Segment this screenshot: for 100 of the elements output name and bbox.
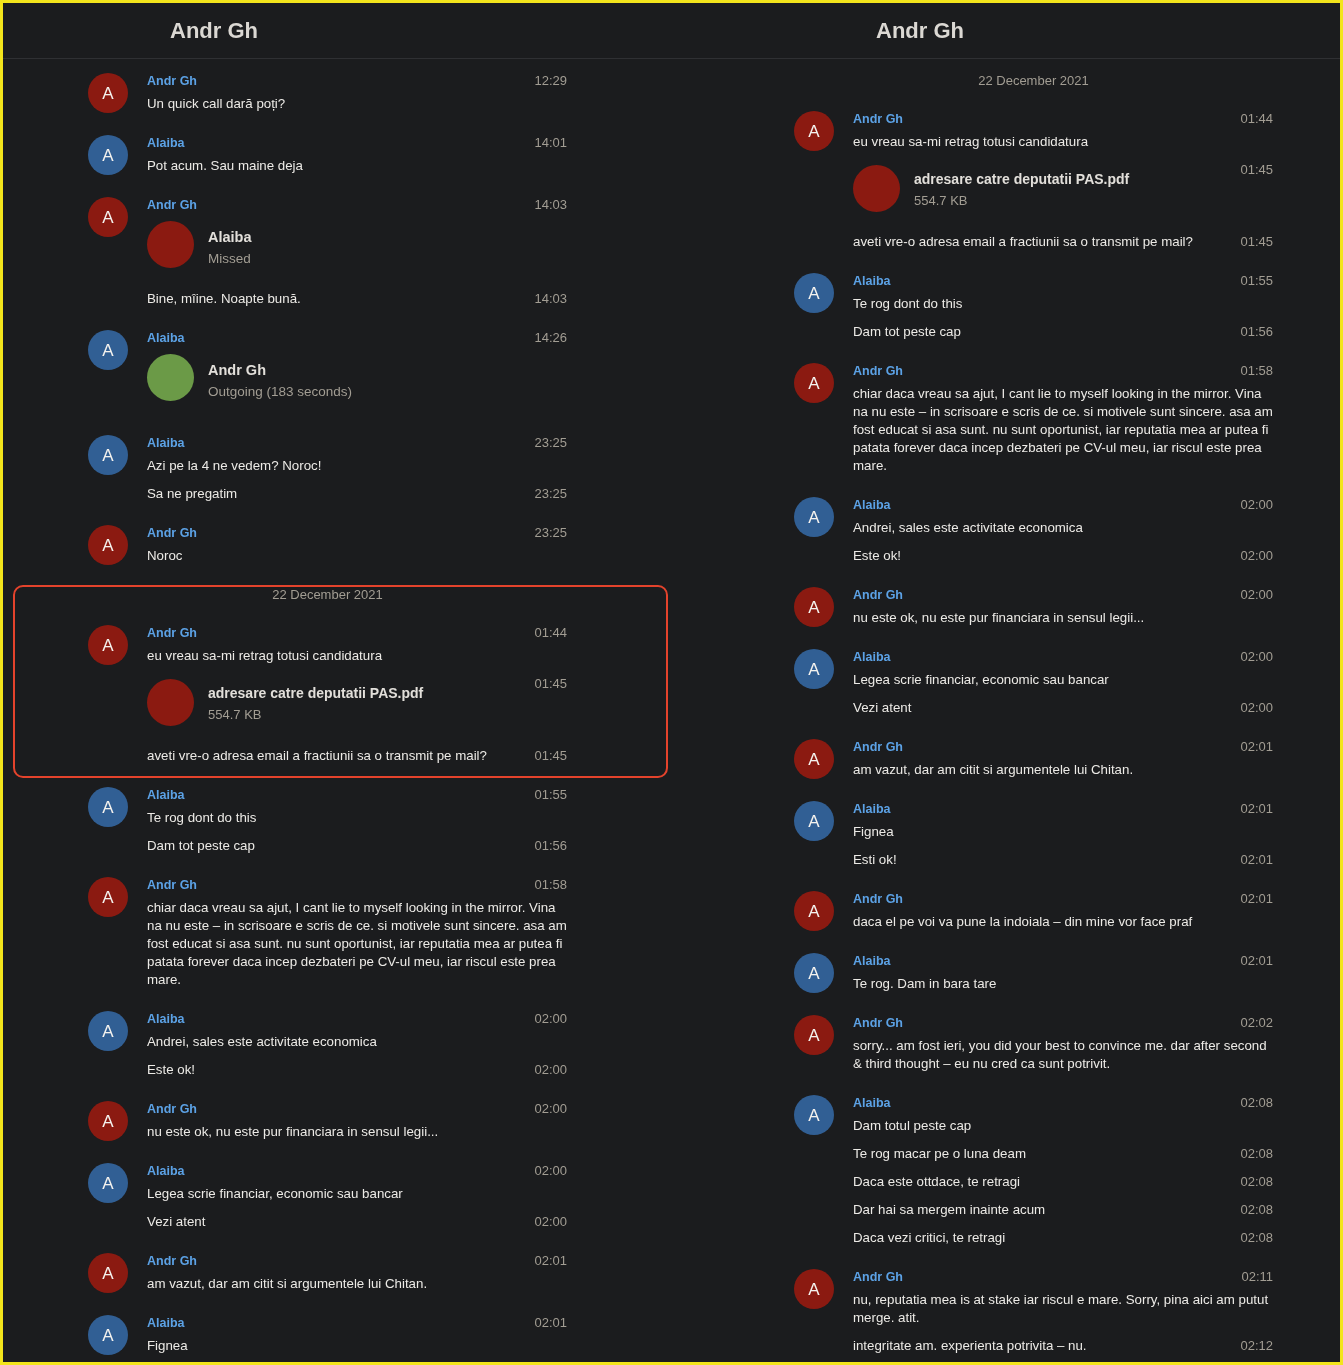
- message-time: 02:00: [1240, 587, 1273, 603]
- call-contact-name: Andr Gh: [208, 360, 267, 379]
- chat-title: Andr Gh: [876, 16, 964, 45]
- message-text: Legea scrie financiar, economic sau bancar: [147, 1185, 404, 1203]
- sender-name: Alaiba: [853, 801, 891, 817]
- message-time: 02:01: [1240, 891, 1273, 907]
- message-time: 23:25: [534, 485, 567, 503]
- message-text: Dam tot peste cap: [853, 323, 962, 341]
- message-time: 02:00: [534, 1213, 567, 1231]
- avatar: A: [794, 1015, 834, 1055]
- message-time: 02:01: [1240, 851, 1273, 869]
- avatar: A: [794, 363, 834, 403]
- message-text: am vazut, dar am citit si argumentele lui Chitan.: [147, 1275, 429, 1293]
- message-time: 02:01: [1240, 739, 1273, 755]
- message-time: 02:00: [1240, 649, 1273, 665]
- message-time: 02:08: [1240, 1173, 1273, 1191]
- avatar: A: [794, 739, 834, 779]
- sender-name: Alaiba: [147, 787, 185, 803]
- avatar: A: [794, 497, 834, 537]
- sender-name: Andr Gh: [853, 1269, 903, 1285]
- message-time: 23:25: [534, 435, 567, 451]
- avatar: A: [88, 1011, 128, 1051]
- message-time: 02:01: [1240, 801, 1273, 817]
- message-text: Andrei, sales este activitate economica: [147, 1033, 378, 1051]
- message-time: 02:01: [534, 1315, 567, 1331]
- message-time: 14:03: [534, 290, 567, 308]
- message-text: Noroc: [147, 547, 184, 565]
- message-time: 01:58: [1240, 363, 1273, 379]
- message-time: 12:29: [534, 73, 567, 89]
- sender-name: Andr Gh: [853, 363, 903, 379]
- message-time: 02:12: [1240, 1337, 1273, 1355]
- message-time: 01:55: [534, 787, 567, 803]
- message-time: 01:45: [1240, 161, 1273, 179]
- avatar: A: [88, 787, 128, 827]
- file-size: 554.7 KB: [914, 192, 969, 210]
- sender-name: Alaiba: [853, 953, 891, 969]
- message-text: Dam totul peste cap: [853, 1117, 973, 1135]
- message-text: nu, reputatia mea is at stake iar riscul e mare. Sorry, pina aici am putut merge. atit.: [853, 1291, 1270, 1327]
- message-text: Un quick call dară poți?: [147, 95, 287, 113]
- message-time: 01:44: [1240, 111, 1273, 127]
- message-text: Te rog dont do this: [853, 295, 964, 313]
- message-time: 01:45: [1240, 233, 1273, 251]
- file-name: adresare catre deputatii PAS.pdf: [208, 684, 424, 702]
- file-size: 554.7 KB: [208, 706, 263, 724]
- message-text: nu este ok, nu este pur financiara in sensul legii...: [147, 1123, 440, 1141]
- call-status: Missed: [208, 249, 252, 268]
- message-time: 23:25: [534, 525, 567, 541]
- sender-name: Alaiba: [147, 135, 185, 151]
- message-time: 02:00: [534, 1101, 567, 1117]
- message-text: Legea scrie financiar, economic sau bancar: [853, 671, 1110, 689]
- sender-name: Andr Gh: [147, 625, 197, 641]
- avatar: A: [88, 197, 128, 237]
- message-text: Fignea: [853, 823, 895, 841]
- message-text: aveti vre-o adresa email a fractiunii sa o transmit pe mail?: [147, 747, 488, 765]
- date-separator: 22 December 2021: [978, 73, 1089, 89]
- sender-name: Alaiba: [853, 1095, 891, 1111]
- message-time: 02:02: [1240, 1015, 1273, 1031]
- message-text: Sa ne pregatim: [147, 485, 239, 503]
- sender-name: Andr Gh: [853, 739, 903, 755]
- message-time: 02:00: [534, 1061, 567, 1079]
- message-text: eu vreau sa-mi retrag totusi candidatura: [853, 133, 1090, 151]
- avatar: A: [88, 625, 128, 665]
- message-time: 02:08: [1240, 1095, 1273, 1111]
- sender-name: Andr Gh: [853, 891, 903, 907]
- message-text: Te rog. Dam in bara tare: [853, 975, 998, 993]
- avatar: A: [88, 73, 128, 113]
- message-time: 02:01: [1240, 953, 1273, 969]
- date-separator: 22 December 2021: [272, 587, 383, 603]
- message-time: 02:00: [1240, 547, 1273, 565]
- sender-name: Alaiba: [147, 435, 185, 451]
- message-text: Daca vezi critici, te retragi: [853, 1229, 1007, 1247]
- message-text: Dar hai sa mergem inainte acum: [853, 1201, 1047, 1219]
- sender-name: Alaiba: [147, 330, 185, 346]
- avatar: A: [88, 1315, 128, 1355]
- message-time: 01:58: [534, 877, 567, 893]
- message-time: 02:00: [1240, 699, 1273, 717]
- sender-name: Andr Gh: [147, 197, 197, 213]
- avatar: A: [794, 587, 834, 627]
- message-time: 02:00: [534, 1011, 567, 1027]
- message-text: Vezi atent: [853, 699, 913, 717]
- message-text: daca el pe voi va pune la indoiala – din mine vor face praf: [853, 913, 1194, 931]
- sender-name: Andr Gh: [147, 525, 197, 541]
- avatar: A: [88, 1163, 128, 1203]
- message-text: am vazut, dar am citit si argumentele lui Chitan.: [853, 761, 1135, 779]
- message-time: 01:45: [534, 675, 567, 693]
- sender-name: Alaiba: [853, 497, 891, 513]
- avatar: A: [794, 649, 834, 689]
- message-text: Este ok!: [147, 1061, 197, 1079]
- avatar: A: [88, 435, 128, 475]
- sender-name: Andr Gh: [853, 1015, 903, 1031]
- avatar: A: [794, 1095, 834, 1135]
- file-name: adresare catre deputatii PAS.pdf: [914, 170, 1130, 188]
- message-text: Andrei, sales este activitate economica: [853, 519, 1084, 537]
- message-text: Esti ok!: [853, 851, 898, 869]
- message-time: 01:45: [534, 747, 567, 765]
- message-text: chiar daca vreau sa ajut, I cant lie to myself looking in the mirror. Vina na nu este – in scrisoare e scris de ce. si motivele sunt sincere. asa am fost educat si asa sunt. nu sunt oportunist, iar reputatia mea ar putea fi patata forever daca incep dezbateri pe CV-ul meu, iar riscul este prea mare.: [147, 899, 567, 989]
- avatar: A: [88, 330, 128, 370]
- message-time: 02:08: [1240, 1229, 1273, 1247]
- message-time: 02:08: [1240, 1145, 1273, 1163]
- sender-name: Alaiba: [853, 649, 891, 665]
